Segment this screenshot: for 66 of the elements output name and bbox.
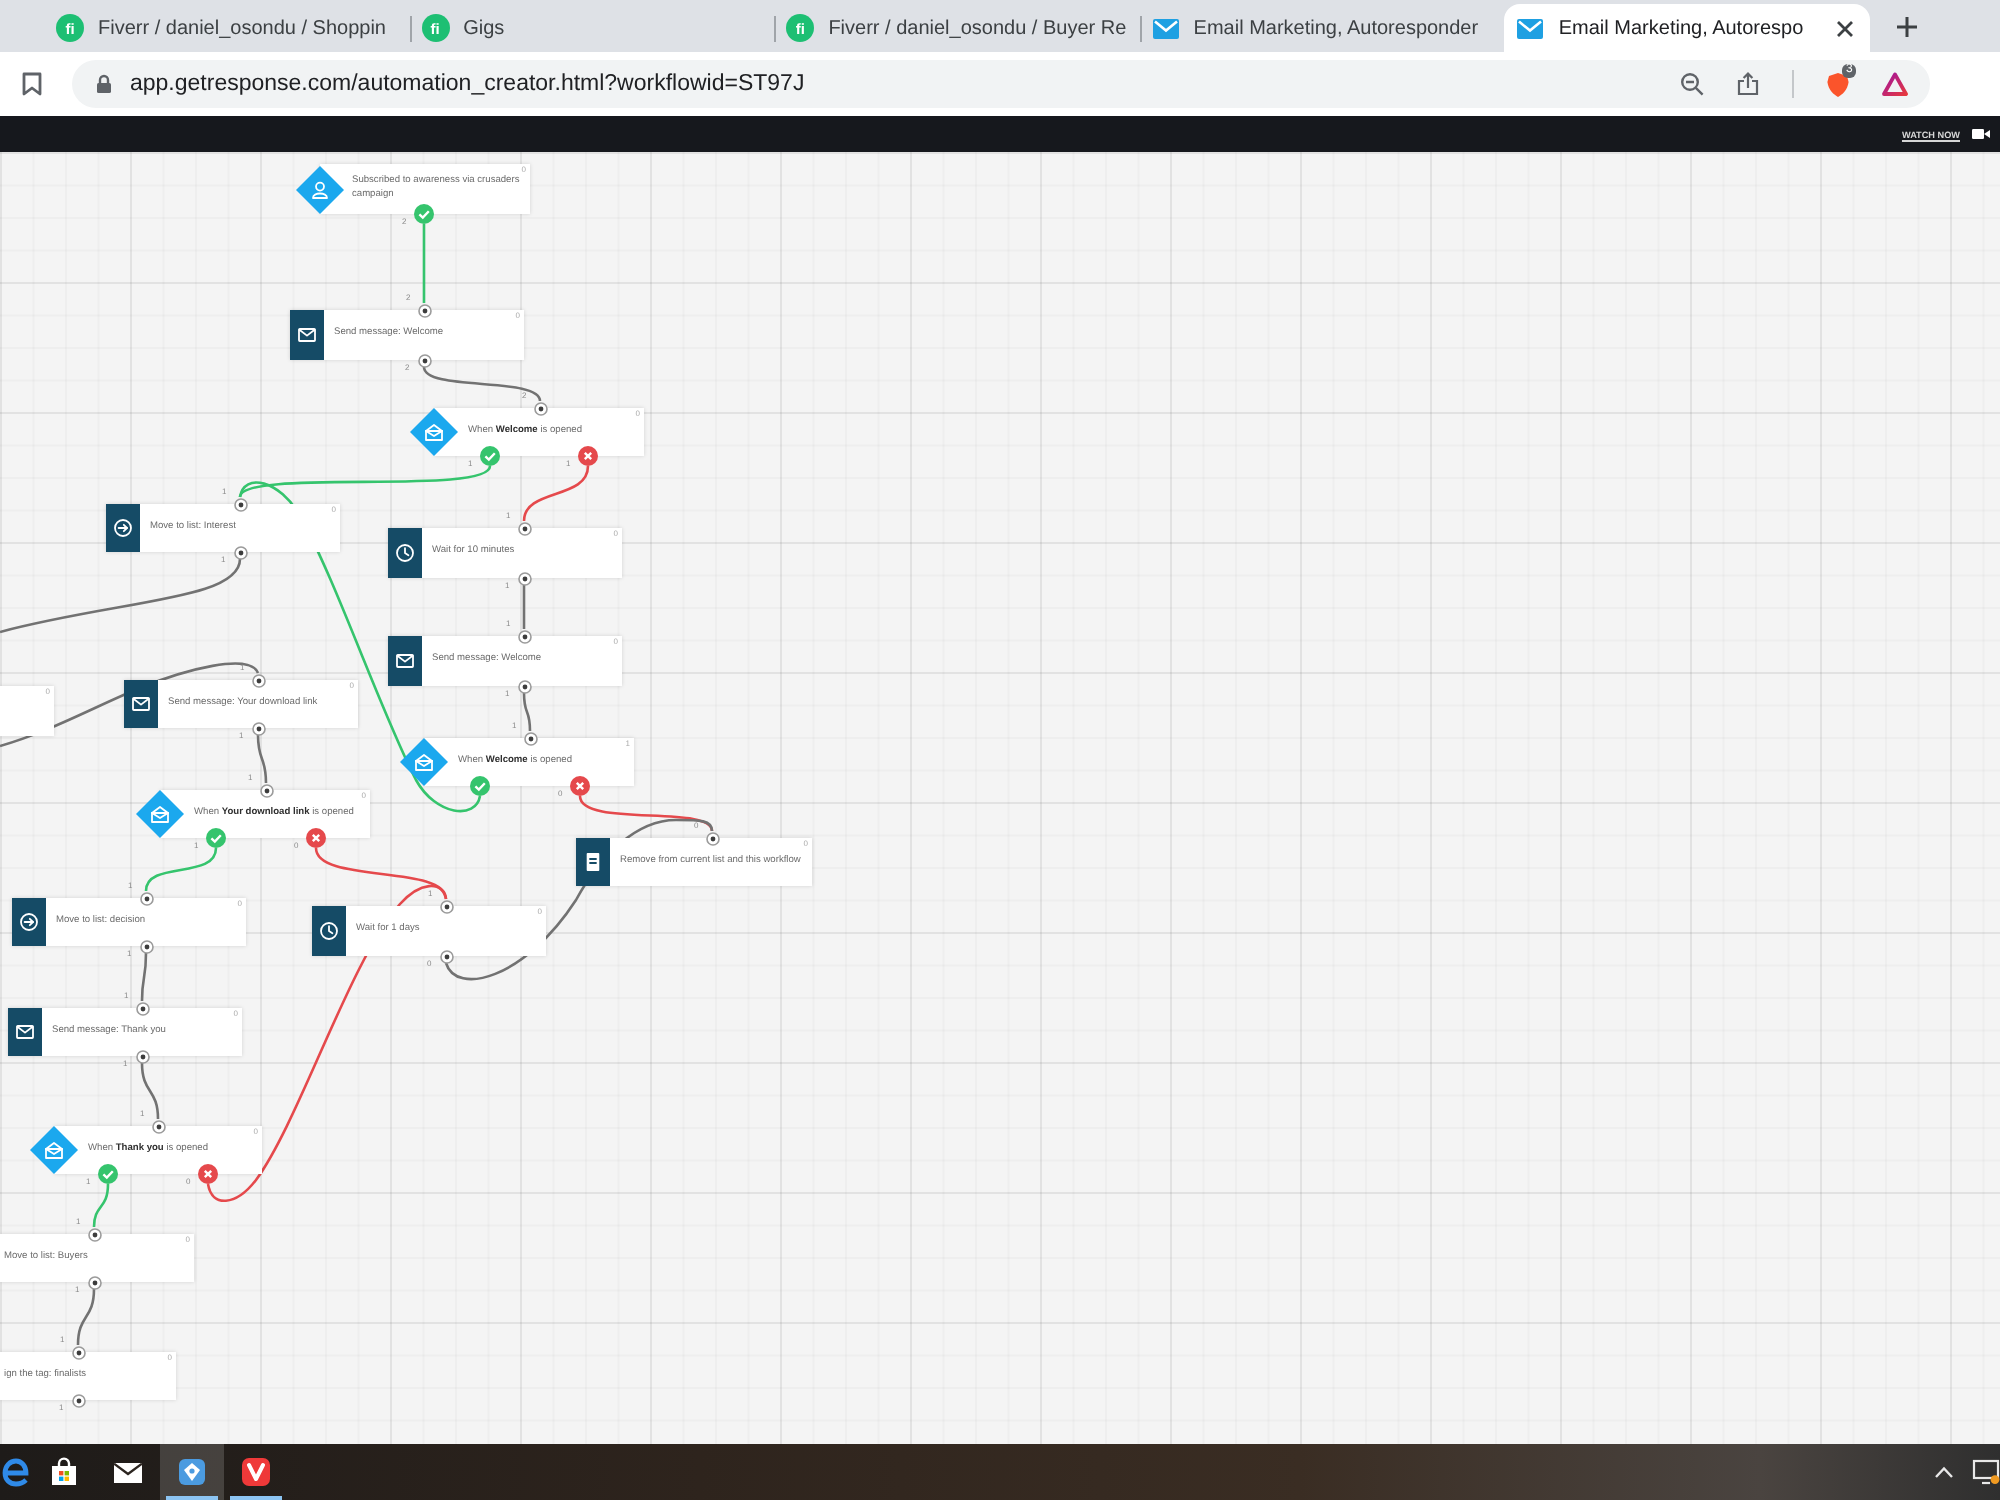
triangle-icon[interactable] xyxy=(1882,72,1908,96)
envelope-icon xyxy=(8,1008,42,1056)
connector-line xyxy=(422,224,426,303)
connector-line xyxy=(140,953,148,1001)
envelope-icon xyxy=(1516,17,1545,39)
clock-icon xyxy=(388,528,422,578)
zoom-out-icon[interactable] xyxy=(1680,72,1704,96)
app-icon xyxy=(240,1456,272,1488)
x-icon[interactable] xyxy=(570,776,590,796)
video-camera-icon[interactable] xyxy=(1972,128,1990,140)
connector-line xyxy=(522,692,532,732)
open-envelope-icon xyxy=(136,790,184,838)
browser-tab[interactable]: Email Marketing, Autoresponder xyxy=(1139,4,1505,52)
chevron-up-icon[interactable] xyxy=(1934,1466,1954,1478)
connector-dot-icon[interactable] xyxy=(705,831,719,845)
close-icon[interactable] xyxy=(1835,19,1854,37)
open-envelope-icon xyxy=(410,408,458,456)
connector-line xyxy=(422,366,542,402)
check-icon[interactable] xyxy=(480,446,500,466)
browser-tab[interactable]: Email Marketing, Autorespo xyxy=(1504,4,1870,52)
monitor-icon[interactable] xyxy=(1972,1458,2000,1486)
check-icon[interactable] xyxy=(414,204,434,224)
check-icon[interactable] xyxy=(206,828,226,848)
connector-dot-icon[interactable] xyxy=(259,783,273,797)
document-icon xyxy=(576,838,610,886)
bookmark-icon[interactable] xyxy=(22,72,42,96)
connector-line xyxy=(522,465,590,522)
connector-dot-icon[interactable] xyxy=(523,731,537,745)
connector-dot-icon[interactable] xyxy=(533,401,547,415)
check-icon[interactable] xyxy=(98,1164,118,1184)
connector-dot-icon[interactable] xyxy=(233,497,247,511)
envelope-icon xyxy=(1151,17,1180,39)
envelope-icon xyxy=(388,636,422,686)
plus-icon[interactable] xyxy=(1895,16,1918,38)
check-icon[interactable] xyxy=(470,776,490,796)
envelope-icon xyxy=(290,310,324,360)
browser-icon xyxy=(0,1456,32,1488)
connector-line xyxy=(140,1062,160,1120)
connector-dot-icon[interactable] xyxy=(517,521,531,535)
url-text: app.getresponse.com/automation_creator.html?workflowid=ST97J xyxy=(130,72,805,96)
connector-dot-icon[interactable] xyxy=(439,899,453,913)
connector-line xyxy=(522,585,526,629)
envelope-icon xyxy=(124,680,158,728)
connector-line xyxy=(76,1288,96,1346)
lock-icon xyxy=(96,74,112,94)
x-icon[interactable] xyxy=(306,828,326,848)
person-icon xyxy=(296,165,344,213)
connector-dot-icon[interactable] xyxy=(417,303,431,317)
connector-dot-icon[interactable] xyxy=(139,891,153,905)
x-icon[interactable] xyxy=(198,1164,218,1184)
clock-icon xyxy=(312,906,346,956)
connector-dot-icon[interactable] xyxy=(71,1345,85,1359)
open-envelope-icon xyxy=(400,738,448,786)
taskbar-button[interactable] xyxy=(160,1444,224,1500)
share-icon[interactable] xyxy=(1736,72,1760,96)
app-icon xyxy=(176,1456,208,1488)
x-icon[interactable] xyxy=(578,446,598,466)
shield-icon[interactable] xyxy=(1826,71,1850,97)
open-envelope-icon xyxy=(30,1126,78,1174)
connector-dot-icon[interactable] xyxy=(87,1227,101,1241)
connector-dot-icon[interactable] xyxy=(151,1119,165,1133)
connector-line xyxy=(92,1183,110,1228)
connector-dot-icon[interactable] xyxy=(135,1001,149,1015)
shopping-bag-icon xyxy=(48,1456,80,1488)
connector-dot-icon[interactable] xyxy=(251,673,265,687)
connector-dot-icon[interactable] xyxy=(517,629,531,643)
